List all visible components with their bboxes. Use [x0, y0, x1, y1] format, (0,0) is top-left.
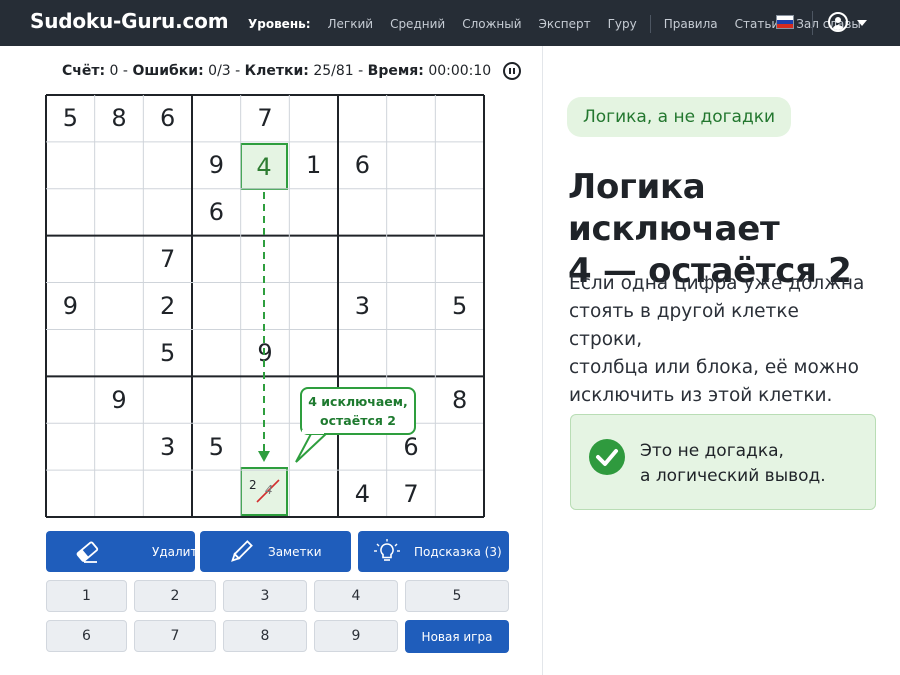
number-button-4[interactable]: 4 — [314, 580, 398, 612]
nav-level-guru[interactable]: Гуру — [608, 17, 637, 31]
score-label: Счёт: — [62, 63, 106, 79]
conclusion-line-1: Это не догадка, — [640, 441, 784, 461]
sudoku-cell-value[interactable]: 9 — [241, 329, 290, 376]
nav-articles[interactable]: Статьи — [735, 17, 780, 31]
callout-pointer — [295, 431, 331, 463]
hint-button[interactable]: Подсказка (3) — [358, 531, 509, 572]
cell-note-struck: 4 — [265, 483, 273, 497]
sudoku-cell-value[interactable]: 9 — [46, 283, 95, 330]
sudoku-cell-value[interactable]: 6 — [143, 95, 192, 142]
sudoku-cell-value[interactable]: 1 — [289, 142, 338, 189]
game-status-line: Счёт: 0 - Ошибки: 0/3 - Клетки: 25/81 - … — [62, 63, 491, 79]
chevron-down-icon[interactable] — [857, 20, 867, 26]
cells-label: Клетки: — [244, 63, 309, 79]
site-logo[interactable]: Sudoku-Guru.com — [30, 9, 229, 33]
header-divider — [812, 11, 813, 35]
status-separator: - — [122, 63, 128, 79]
focus-cell-value: 4 — [256, 152, 272, 181]
topic-tag: Логика, а не догадки — [567, 97, 791, 137]
target-cell-highlight[interactable] — [240, 467, 288, 516]
paragraph-line: исключить из этой клетки. — [569, 385, 833, 406]
paragraph-line: Если одна цифра уже должна — [569, 273, 865, 294]
number-button-6[interactable]: 6 — [46, 620, 127, 652]
level-label: Уровень: — [248, 17, 311, 31]
callout-line-1: 4 исключаем, — [308, 394, 408, 409]
sudoku-cell-value[interactable]: 6 — [338, 142, 387, 189]
sudoku-cell-value[interactable]: 8 — [435, 376, 484, 423]
hint-button-label: Подсказка (3) — [414, 545, 502, 559]
notes-button[interactable]: Заметки — [200, 531, 351, 572]
sudoku-cell-value[interactable]: 7 — [387, 470, 436, 517]
nav-rules[interactable]: Правила — [664, 17, 718, 31]
sudoku-cell-value[interactable]: 5 — [435, 283, 484, 330]
sudoku-cell-value[interactable]: 5 — [192, 423, 241, 470]
errors-label: Ошибки: — [132, 63, 204, 79]
number-button-2[interactable]: 2 — [134, 580, 216, 612]
new-game-button[interactable]: Новая игра — [405, 620, 509, 653]
elimination-callout: 4 исключаем, остаётся 2 — [300, 387, 416, 435]
status-separator: - — [235, 63, 241, 79]
score-value: 0 — [109, 63, 119, 79]
callout-line-2: остаётся 2 — [320, 413, 396, 428]
status-separator: - — [358, 63, 364, 79]
nav-level-medium[interactable]: Средний — [390, 17, 445, 31]
callout-join — [302, 430, 324, 434]
nav-divider — [649, 15, 651, 33]
sudoku-cell-value[interactable]: 3 — [338, 283, 387, 330]
number-button-5[interactable]: 5 — [405, 580, 509, 612]
sudoku-cell-value[interactable]: 5 — [46, 95, 95, 142]
panel-divider — [542, 46, 543, 675]
number-button-9[interactable]: 9 — [314, 620, 398, 652]
notes-button-label: Заметки — [268, 545, 322, 559]
lightbulb-icon — [374, 539, 400, 561]
cells-value: 25/81 — [313, 63, 354, 79]
sudoku-cell-value[interactable]: 9 — [95, 376, 144, 423]
pause-icon[interactable] — [503, 62, 521, 80]
paragraph-line: стоять в другой клетке строки, — [569, 301, 799, 350]
headline-line-1: Логика исключает — [568, 167, 780, 249]
number-button-8[interactable]: 8 — [223, 620, 307, 652]
conclusion-note: Это не догадка, а логический вывод. — [570, 414, 876, 510]
erase-button[interactable]: Удалить — [46, 531, 205, 572]
number-button-3[interactable]: 3 — [223, 580, 307, 612]
flag-icon[interactable] — [776, 15, 794, 29]
check-icon — [589, 439, 625, 475]
number-button-1[interactable]: 1 — [46, 580, 127, 612]
conclusion-line-2: а логический вывод. — [640, 466, 826, 486]
sudoku-cell-value[interactable]: 2 — [143, 283, 192, 330]
nav-level-hard[interactable]: Сложный — [462, 17, 521, 31]
errors-value: 0/3 — [208, 63, 231, 79]
sudoku-cell-value[interactable]: 8 — [95, 95, 144, 142]
erase-button-label: Удалить — [152, 545, 205, 559]
nav-level-easy[interactable]: Легкий — [328, 17, 374, 31]
sudoku-cell-value[interactable]: 4 — [338, 470, 387, 517]
sudoku-cell-value[interactable]: 5 — [143, 329, 192, 376]
time-label: Время: — [367, 63, 424, 79]
pencil-icon — [231, 540, 253, 562]
cell-note-kept: 2 — [249, 478, 257, 492]
arrow-head-icon — [258, 451, 270, 462]
user-icon[interactable] — [828, 12, 848, 32]
conclusion-text: Это не догадка, а логический вывод. — [640, 439, 826, 489]
sudoku-cell-value[interactable]: 3 — [143, 423, 192, 470]
time-value: 00:00:10 — [428, 63, 492, 79]
number-button-7[interactable]: 7 — [134, 620, 216, 652]
top-navigation-bar: Sudoku-Guru.com Уровень: Легкий Средний … — [0, 0, 900, 46]
sudoku-cell-value[interactable]: 7 — [241, 95, 290, 142]
explanation-paragraph: Если одна цифра уже должна стоять в друг… — [569, 270, 869, 410]
nav-level-expert[interactable]: Эксперт — [539, 17, 591, 31]
sudoku-cell-value[interactable]: 9 — [192, 142, 241, 189]
sudoku-cell-value[interactable]: 6 — [192, 189, 241, 236]
sudoku-cell-value[interactable]: 7 — [143, 236, 192, 283]
paragraph-line: столбца или блока, её можно — [569, 357, 859, 378]
